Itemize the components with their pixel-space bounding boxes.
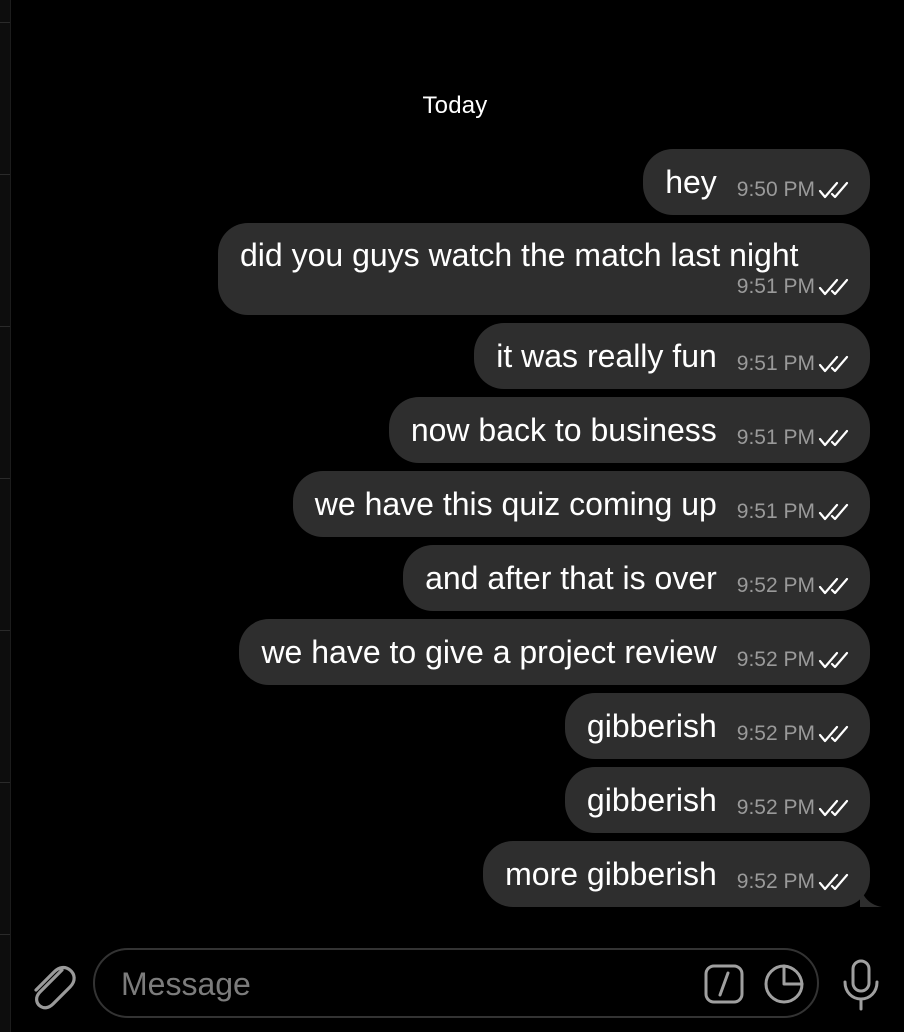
divider <box>0 326 10 327</box>
message-time: 9:52 PM <box>736 648 815 671</box>
message-text: it was really fun <box>496 338 717 374</box>
message-bubble[interactable]: did you guys watch the match last night … <box>218 223 870 315</box>
message-text: now back to business <box>410 412 717 448</box>
message-list: hey 9:50 PM did you guys watch the match… <box>170 149 882 907</box>
composer-bar <box>0 940 904 1032</box>
message-text: we have this quiz coming up <box>314 486 717 522</box>
bubble-tail <box>860 885 882 907</box>
divider <box>0 934 10 935</box>
date-header: Today <box>422 92 488 119</box>
message-time: 9:52 PM <box>736 870 815 893</box>
double-check-icon <box>818 577 849 595</box>
divider <box>0 478 10 479</box>
double-check-icon <box>818 503 849 521</box>
message-bubble[interactable]: gibberish 9:52 PM <box>564 767 870 833</box>
message-time: 9:51 PM <box>736 275 815 298</box>
message-text: gibberish <box>586 708 717 744</box>
message-text: more gibberish <box>505 856 717 892</box>
message-meta: 9:51 PM <box>737 426 852 450</box>
double-check-icon <box>818 799 849 817</box>
message-meta: 9:52 PM <box>737 574 852 598</box>
message-text: we have to give a project review <box>261 634 717 670</box>
double-check-icon <box>818 355 849 373</box>
double-check-icon <box>818 725 849 743</box>
message-text: and after that is over <box>425 560 717 596</box>
double-check-icon <box>818 278 849 296</box>
message-text: hey <box>665 164 717 200</box>
message-meta: 9:51 PM <box>737 352 852 376</box>
slash-command-icon[interactable] <box>704 964 744 1004</box>
divider <box>0 630 10 631</box>
message-bubble[interactable]: and after that is over 9:52 PM <box>403 545 870 611</box>
message-bubble[interactable]: more gibberish 9:52 PM <box>483 841 882 907</box>
divider <box>0 22 10 23</box>
message-text: did you guys watch the match last night <box>240 237 799 273</box>
chat-window: Today hey 9:50 PM did you guys watch the… <box>0 0 904 1032</box>
message-meta: 9:52 PM <box>737 796 852 820</box>
sticker-icon[interactable] <box>763 963 805 1005</box>
message-time: 9:51 PM <box>736 500 815 523</box>
message-time: 9:52 PM <box>736 722 815 745</box>
message-bubble[interactable]: hey 9:50 PM <box>643 149 870 215</box>
message-bubble[interactable]: gibberish 9:52 PM <box>564 693 870 759</box>
message-bubble[interactable]: it was really fun 9:51 PM <box>474 323 870 389</box>
message-time: 9:52 PM <box>736 574 815 597</box>
left-panel-edge <box>0 0 11 1032</box>
message-time: 9:52 PM <box>736 796 815 819</box>
message-meta: 9:52 PM <box>737 648 852 672</box>
double-check-icon <box>818 181 849 199</box>
divider <box>0 782 10 783</box>
message-text: gibberish <box>586 782 717 818</box>
message-meta: 9:51 PM <box>737 275 852 299</box>
double-check-icon <box>818 429 849 447</box>
message-input[interactable] <box>119 950 683 1018</box>
message-meta: 9:51 PM <box>737 500 852 524</box>
message-bubble[interactable]: now back to business 9:51 PM <box>388 397 870 463</box>
paperclip-icon[interactable] <box>26 958 76 1012</box>
message-time: 9:51 PM <box>736 352 815 375</box>
message-meta: 9:52 PM <box>737 722 852 746</box>
microphone-icon[interactable] <box>840 958 882 1012</box>
divider <box>0 174 10 175</box>
message-meta: 9:50 PM <box>737 178 852 202</box>
double-check-icon <box>818 873 849 891</box>
message-time: 9:50 PM <box>736 178 815 201</box>
message-meta: 9:52 PM <box>737 870 852 894</box>
message-field[interactable] <box>93 948 819 1018</box>
message-bubble[interactable]: we have this quiz coming up 9:51 PM <box>292 471 870 537</box>
message-bubble[interactable]: we have to give a project review 9:52 PM <box>239 619 870 685</box>
double-check-icon <box>818 651 849 669</box>
message-time: 9:51 PM <box>736 426 815 449</box>
